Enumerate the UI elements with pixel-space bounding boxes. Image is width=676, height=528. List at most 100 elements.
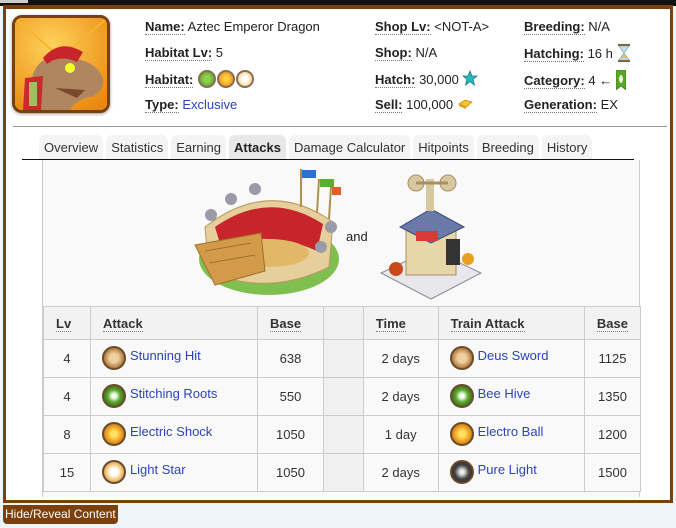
nature-element-icon (101, 383, 126, 408)
dragon-image-icon (15, 18, 107, 110)
and-text: and (346, 229, 368, 244)
header-train-base: Base (583, 306, 642, 340)
header-base: Base (257, 306, 324, 340)
breeding-row: Breeding: N/A (524, 18, 631, 44)
tab-damage-calculator[interactable]: Damage Calculator (288, 135, 411, 159)
attack-cell: Electric Shock (89, 415, 259, 454)
sell-label: Sell: (375, 97, 403, 113)
electric-element-icon (101, 421, 126, 446)
name-row: Name: Aztec Emperor Dragon (145, 18, 320, 44)
base-cell: 638 (257, 339, 324, 378)
lv-cell: 8 (43, 415, 91, 454)
lv-cell: 4 (43, 377, 91, 416)
train-attack-cell: Electro Ball (437, 415, 585, 454)
time-cell: 2 days (362, 339, 439, 378)
spacer-cell (322, 453, 364, 492)
time-cell: 1 day (362, 415, 439, 454)
hatching-value: 16 h (587, 46, 613, 61)
electric-element-icon[interactable] (217, 70, 236, 88)
tab-statistics[interactable]: Statistics (106, 135, 169, 159)
train-base-cell: 1200 (583, 415, 642, 454)
table-row: 4 Stitching Roots 550 2 days Bee Hive 13… (43, 377, 642, 416)
hatch-value: 30,000 (419, 72, 459, 87)
star-icon (462, 70, 479, 86)
info-column-2: Shop Lv: <NOT-A> Shop: N/A Hatch: 30,000… (375, 18, 489, 122)
hatch-label: Hatch: (375, 72, 416, 88)
tab-earning[interactable]: Earning (171, 135, 227, 159)
hatching-label: Hatching: (524, 46, 584, 62)
habitat-lv-row: Habitat Lv: 5 (145, 44, 320, 70)
info-column-1: Name: Aztec Emperor Dragon Habitat Lv: 5… (145, 18, 320, 122)
habitat-lv-value: 5 (215, 45, 224, 60)
table-row: 8 Electric Shock 1050 1 day Electro Ball… (43, 415, 642, 454)
breeding-label: Breeding: (524, 19, 585, 35)
base-cell: 550 (257, 377, 324, 416)
shop-lv-value: <NOT-A> (434, 19, 490, 34)
attack-link[interactable]: Light Star (130, 462, 186, 477)
spacer-cell (322, 415, 364, 454)
nature-banner-icon (615, 70, 626, 90)
lv-cell: 15 (43, 453, 91, 492)
sell-row: Sell: 100,000 (375, 96, 489, 122)
train-attack-link[interactable]: Pure Light (478, 462, 537, 477)
train-base-cell: 1500 (583, 453, 642, 492)
hatch-row: Hatch: 30,000 (375, 70, 489, 96)
attack-link[interactable]: Stunning Hit (130, 348, 201, 363)
nature-element-icon[interactable] (198, 70, 217, 88)
train-base-cell: 1125 (583, 339, 642, 378)
electric-element-icon (449, 421, 474, 446)
category-label: Category: (524, 73, 585, 89)
train-attack-cell: Bee Hive (437, 377, 585, 416)
train-attack-link[interactable]: Bee Hive (478, 386, 531, 401)
tab-hitpoints[interactable]: Hitpoints (413, 135, 474, 159)
pure-element-icon (449, 459, 474, 484)
tab-overview[interactable]: Overview (39, 135, 104, 159)
attack-link[interactable]: Electric Shock (130, 424, 212, 439)
attack-cell: Stitching Roots (89, 377, 259, 416)
buildings: and (191, 165, 491, 305)
lv-cell: 4 (43, 339, 91, 378)
dragon-portrait (12, 15, 110, 113)
sell-value: 100,000 (406, 97, 454, 112)
train-attack-cell: Pure Light (437, 453, 585, 492)
header-time: Time (362, 306, 439, 340)
hatching-row: Hatching: 16 h (524, 44, 631, 70)
time-cell: 2 days (362, 377, 439, 416)
table-row: 4 Stunning Hit 638 2 days Deus Sword 112… (43, 339, 642, 378)
header-attack: Attack (89, 306, 259, 340)
tab-history[interactable]: History (541, 135, 593, 159)
category-row: Category: 4 ← (524, 70, 631, 96)
attack-cell: Stunning Hit (89, 339, 259, 378)
time-cell: 2 days (362, 453, 439, 492)
train-attack-link[interactable]: Deus Sword (478, 348, 549, 363)
table-header-row: Lv Attack Base Time Train Attack Base (43, 306, 642, 340)
table-row: 15 Light Star 1050 2 days Pure Light 150… (43, 453, 642, 492)
info-column-3: Breeding: N/A Hatching: 16 h Category: 4… (524, 18, 631, 122)
type-row: Type: Exclusive (145, 96, 320, 122)
hourglass-icon (617, 44, 630, 62)
tab-attacks[interactable]: Attacks (229, 135, 286, 159)
shop-value: N/A (415, 45, 438, 60)
shop-row: Shop: N/A (375, 44, 489, 70)
hide-reveal-button[interactable]: Hide/Reveal Content (3, 505, 118, 524)
light-element-icon[interactable] (236, 70, 255, 88)
attacks-table: Lv Attack Base Time Train Attack Base 4 … (43, 306, 642, 492)
top-tab (0, 0, 28, 3)
train-attack-link[interactable]: Electro Ball (478, 424, 544, 439)
arena-building-icon[interactable] (191, 167, 341, 299)
header-spacer (322, 306, 364, 340)
tab-bar: Overview Statistics Earning Attacks Damage C… (39, 135, 595, 159)
breeding-value: N/A (588, 19, 610, 34)
physical-element-icon (101, 345, 126, 370)
type-link[interactable]: Exclusive (182, 97, 237, 112)
generation-value: EX (600, 97, 618, 112)
spacer-cell (322, 339, 364, 378)
name-value: Aztec Emperor Dragon (187, 19, 320, 34)
attack-link[interactable]: Stitching Roots (130, 386, 217, 401)
gold-icon (457, 99, 473, 109)
nature-element-icon (449, 383, 474, 408)
training-center-building-icon[interactable] (376, 173, 486, 301)
tab-breeding[interactable]: Breeding (476, 135, 539, 159)
header-train-attack: Train Attack (437, 306, 585, 340)
habitat-lv-label: Habitat Lv: (145, 45, 213, 61)
